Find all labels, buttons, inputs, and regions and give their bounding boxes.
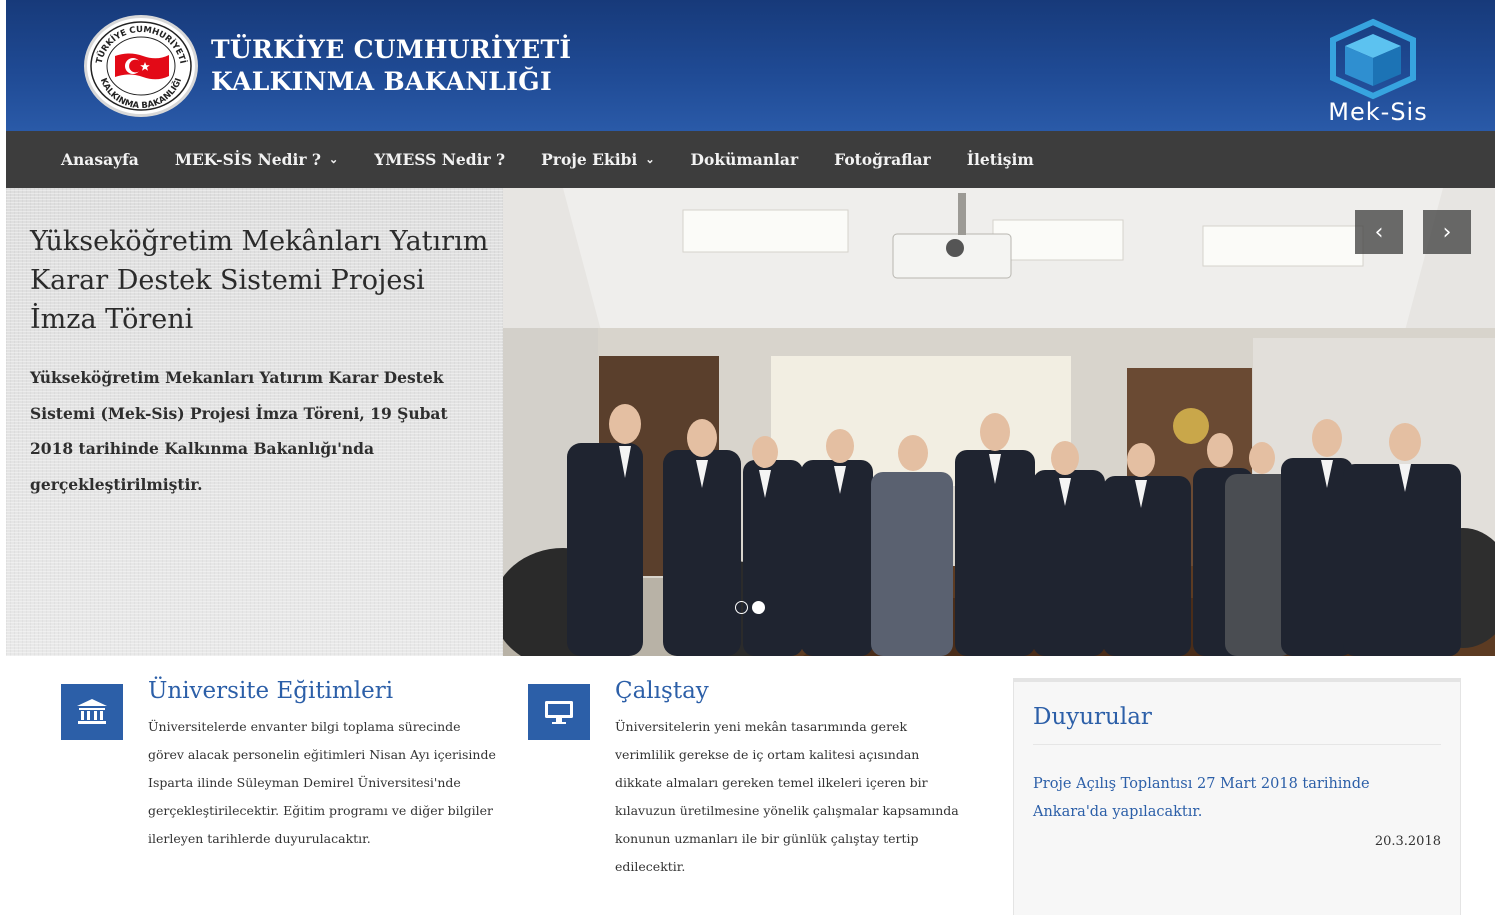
nav-item-ymess-nedir[interactable]: YMESS Nedir ? bbox=[374, 150, 505, 169]
nav-item-label: Proje Ekibi bbox=[541, 150, 638, 169]
nav-item-label: İletişim bbox=[966, 150, 1034, 169]
ministry-title[interactable]: TÜRKİYE CUMHURİYETİ KALKINMA BAKANLIĞI bbox=[211, 34, 571, 98]
ministry-title-line2: KALKINMA BAKANLIĞI bbox=[211, 67, 552, 96]
group-photo-image bbox=[503, 188, 1495, 656]
feature-text-universite-egitimleri: Üniversitelerde envanter bilgi toplama s… bbox=[148, 719, 496, 846]
slider-dot-1[interactable] bbox=[735, 601, 748, 614]
nav-item-label: Fotoğraflar bbox=[834, 150, 931, 169]
main-nav: Anasayfa MEK-SİS Nedir ? ⌄ YMESS Nedir ?… bbox=[6, 131, 1495, 188]
nav-item-label: Dokümanlar bbox=[690, 150, 799, 169]
slider-prev-button[interactable]: ‹ bbox=[1355, 210, 1403, 254]
announcements-title: Duyurular bbox=[1033, 704, 1152, 730]
chevron-down-icon: ⌄ bbox=[645, 153, 655, 166]
chevron-left-icon: ‹ bbox=[1374, 219, 1384, 245]
announcements-panel: Duyurular Proje Açılış Toplantısı 27 Mar… bbox=[1013, 678, 1461, 915]
slide-photo[interactable] bbox=[503, 188, 1495, 656]
chevron-right-icon: › bbox=[1442, 219, 1452, 245]
nav-item-meksis-nedir[interactable]: MEK-SİS Nedir ? ⌄ bbox=[175, 150, 338, 169]
nav-item-label: YMESS Nedir ? bbox=[374, 150, 506, 169]
site-header: TÜRKİYE CUMHURİYETİ KALKINMA BAKANLIĞI T… bbox=[6, 0, 1495, 131]
nav-item-label: MEK-SİS Nedir ? bbox=[174, 150, 322, 169]
slide-title: Yükseköğretim Mekânları Yatırım Karar De… bbox=[30, 226, 489, 335]
nav-item-proje-ekibi[interactable]: Proje Ekibi ⌄ bbox=[541, 150, 654, 169]
ministry-seal-logo[interactable]: TÜRKİYE CUMHURİYETİ KALKINMA BAKANLIĞI bbox=[84, 15, 198, 117]
nav-item-label: Anasayfa bbox=[61, 150, 139, 169]
nav-item-dokumanlar[interactable]: Dokümanlar bbox=[691, 150, 799, 169]
nav-item-fotograflar[interactable]: Fotoğraflar bbox=[834, 150, 931, 169]
slider-next-button[interactable]: › bbox=[1423, 210, 1471, 254]
nav-item-anasayfa[interactable]: Anasayfa bbox=[61, 150, 139, 169]
slider-pagination bbox=[735, 601, 765, 614]
ministry-title-line1: TÜRKİYE CUMHURİYETİ bbox=[211, 35, 572, 64]
slider-dot-2[interactable] bbox=[752, 601, 765, 614]
feature-text-calistay: Üniversitelerin yeni mekân tasarımında g… bbox=[615, 719, 959, 874]
university-building-icon bbox=[61, 684, 123, 740]
meksis-logo-text: Mek-Sis bbox=[1328, 98, 1428, 126]
monitor-icon bbox=[528, 684, 590, 740]
announcements-divider bbox=[1033, 744, 1441, 745]
chevron-down-icon: ⌄ bbox=[329, 153, 339, 166]
nav-item-iletisim[interactable]: İletişim bbox=[967, 150, 1034, 169]
slide-description: Yükseköğretim Mekanları Yatırım Karar De… bbox=[30, 368, 448, 494]
hexagon-cube-icon bbox=[1330, 18, 1416, 100]
feature-title-universite-egitimleri[interactable]: Üniversite Eğitimleri bbox=[148, 678, 393, 704]
announcement-link[interactable]: Proje Açılış Toplantısı 27 Mart 2018 tar… bbox=[1033, 770, 1433, 826]
feature-title-calistay[interactable]: Çalıştay bbox=[615, 678, 709, 704]
slide-caption-panel: Yükseköğretim Mekânları Yatırım Karar De… bbox=[6, 188, 503, 656]
meksis-logo[interactable]: Mek-Sis bbox=[1306, 18, 1436, 128]
crescent-star-flag-icon: TÜRKİYE CUMHURİYETİ KALKINMA BAKANLIĞI bbox=[90, 21, 192, 111]
announcement-date: 20.3.2018 bbox=[1374, 834, 1441, 849]
